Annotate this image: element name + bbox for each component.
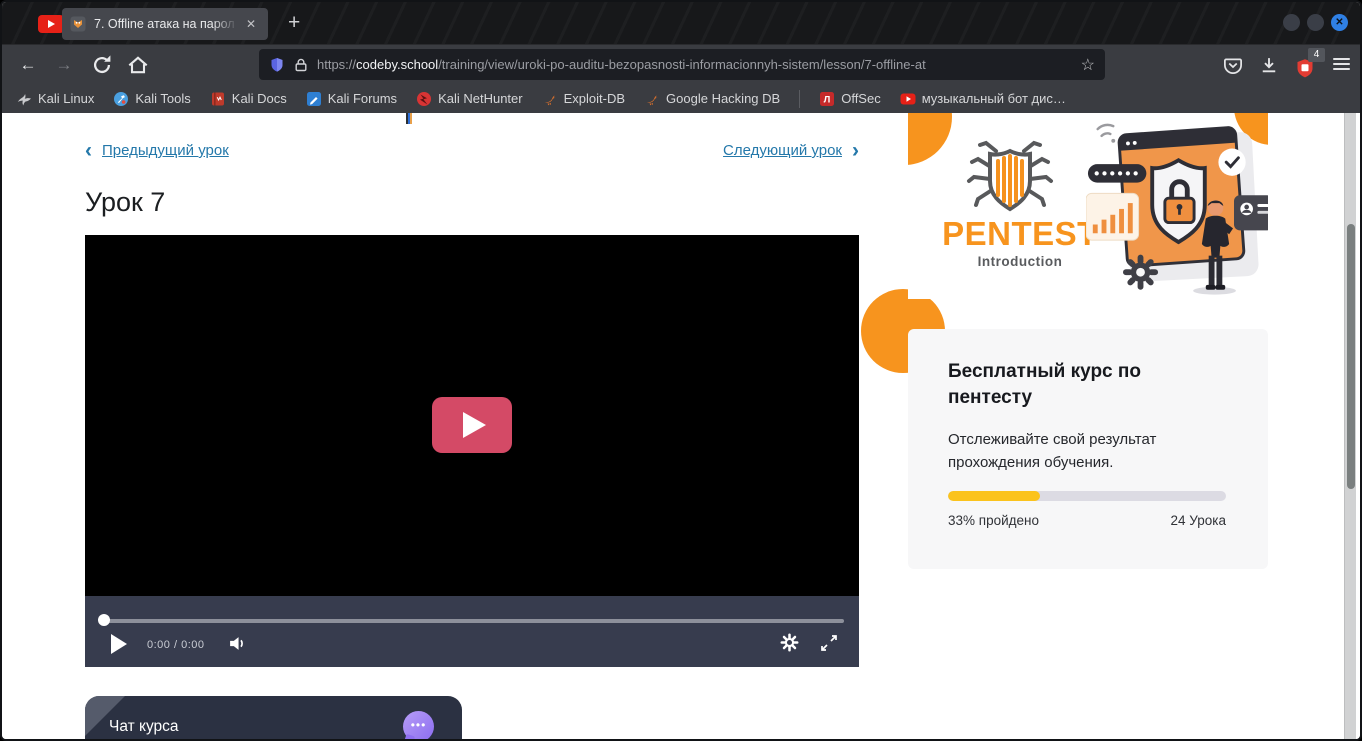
orange-circle-decoration (908, 113, 952, 165)
volume-icon[interactable] (228, 635, 247, 652)
bookmark-exploit-db[interactable]: Exploit-DB (542, 91, 625, 107)
ghdb-bird-icon (644, 91, 660, 107)
bookmark-google-hacking-db[interactable]: Google Hacking DB (644, 91, 780, 107)
bookmark-offsec[interactable]: Л OffSec (819, 91, 881, 107)
bookmark-music-bot[interactable]: музыкальный бот дис… (900, 91, 1066, 107)
fullscreen-icon[interactable] (820, 634, 838, 652)
tracking-protection-shield-icon[interactable] (269, 57, 285, 73)
window-controls: ✕ (1283, 14, 1348, 31)
course-chat-panel[interactable]: Чат курса ••• (85, 696, 462, 740)
clipped-page-artifact (406, 113, 412, 124)
bookmark-star-icon[interactable]: ☆ (1081, 55, 1095, 75)
new-tab-button[interactable]: + (288, 10, 300, 36)
chevron-left-icon: ‹ (85, 139, 92, 162)
lock-icon[interactable] (293, 57, 309, 73)
exploitdb-bird-icon (542, 91, 558, 107)
kali-nethunter-icon (416, 91, 432, 107)
course-sidebar: PENTEST Introduction (908, 113, 1268, 569)
next-lesson-link[interactable]: Следующий урок› (723, 139, 859, 163)
back-button[interactable]: ← (16, 53, 40, 77)
bookmarks-bar: Kali Linux Kali Tools Kali Docs Kali For… (2, 84, 1360, 113)
close-button[interactable]: ✕ (1331, 14, 1348, 31)
progress-labels: 33% пройдено 24 Урока (948, 513, 1226, 528)
scrollbar-thumb[interactable] (1347, 224, 1355, 489)
bookmark-kali-linux[interactable]: Kali Linux (16, 91, 94, 107)
chevron-right-icon: › (852, 139, 859, 162)
pentest-spider-shield-logo (960, 139, 1060, 217)
bookmark-kali-tools[interactable]: Kali Tools (113, 91, 190, 107)
chat-title: Чат курса (109, 718, 179, 736)
url-text: https://codeby.school/training/view/urok… (317, 57, 1075, 72)
forward-button[interactable]: → (52, 53, 76, 77)
bookmark-kali-docs[interactable]: Kali Docs (210, 91, 287, 107)
home-button[interactable] (126, 53, 150, 77)
kali-dragon-icon (16, 91, 32, 107)
course-card-description: Отслеживайте свой результат прохождения … (948, 429, 1218, 474)
reload-button[interactable] (90, 53, 114, 77)
lesson-title: Урок 7 (85, 187, 165, 218)
extension-badge: 4 (1308, 48, 1325, 62)
youtube-icon (900, 91, 916, 107)
pentest-illustration (1086, 113, 1268, 299)
seek-bar[interactable] (100, 619, 844, 623)
chat-bubble-icon[interactable]: ••• (403, 711, 434, 740)
lesson-navigation: ‹Предыдущий урок Следующий урок› (85, 139, 859, 161)
maximize-button[interactable] (1307, 14, 1324, 31)
big-play-button[interactable] (432, 397, 512, 453)
pocket-icon[interactable] (1223, 55, 1243, 75)
codeby-favicon-icon (70, 16, 86, 32)
tab-title: 7. Offline атака на парол (94, 17, 238, 31)
browser-window: 7. Offline атака на парол ✕ + ✕ ← → (0, 0, 1362, 741)
youtube-pinned-tab-icon[interactable] (38, 15, 64, 33)
previous-lesson-link[interactable]: ‹Предыдущий урок (85, 139, 229, 163)
kali-docs-icon (210, 91, 226, 107)
progress-percent-label: 33% пройдено (948, 513, 1039, 528)
course-card-title: Бесплатный курс по пентесту (948, 359, 1208, 410)
titlebar: 7. Offline атака на парол ✕ + ✕ (2, 2, 1360, 44)
offsec-icon: Л (819, 91, 835, 107)
bookmark-kali-forums[interactable]: Kali Forums (306, 91, 397, 107)
bookmarks-separator (799, 90, 800, 108)
brand-subtitle: Introduction (930, 254, 1110, 269)
settings-gear-icon[interactable] (780, 633, 799, 652)
progress-fill (948, 491, 1040, 501)
downloads-icon[interactable] (1259, 55, 1279, 75)
progress-track (948, 491, 1226, 501)
svg-text:Л: Л (824, 94, 831, 105)
course-banner[interactable]: PENTEST Introduction (908, 113, 1268, 299)
kali-forums-icon (306, 91, 322, 107)
course-progress-card: Бесплатный курс по пентесту Отслеживайте… (908, 329, 1268, 569)
play-icon[interactable] (111, 634, 127, 654)
page-scrollbar[interactable] (1344, 113, 1356, 740)
browser-toolbar: ← → https://codeby.school/training/view/… (2, 44, 1360, 84)
page-viewport: ‹Предыдущий урок Следующий урок› Урок 7 … (2, 113, 1360, 740)
url-bar[interactable]: https://codeby.school/training/view/urok… (259, 49, 1105, 80)
minimize-button[interactable] (1283, 14, 1300, 31)
browser-tab[interactable]: 7. Offline атака на парол ✕ (62, 8, 268, 40)
bookmark-kali-nethunter[interactable]: Kali NetHunter (416, 91, 523, 107)
player-controls: 0:00 / 0:00 (85, 596, 859, 667)
tab-close-icon[interactable]: ✕ (246, 17, 256, 31)
lessons-count-label: 24 Урока (1171, 513, 1226, 528)
kali-tools-icon (113, 91, 129, 107)
time-display: 0:00 / 0:00 (147, 639, 205, 651)
video-player[interactable]: 0:00 / 0:00 (85, 235, 859, 667)
seek-knob[interactable] (98, 614, 110, 626)
menu-icon[interactable] (1333, 58, 1350, 73)
brand-name: PENTEST (930, 215, 1110, 253)
